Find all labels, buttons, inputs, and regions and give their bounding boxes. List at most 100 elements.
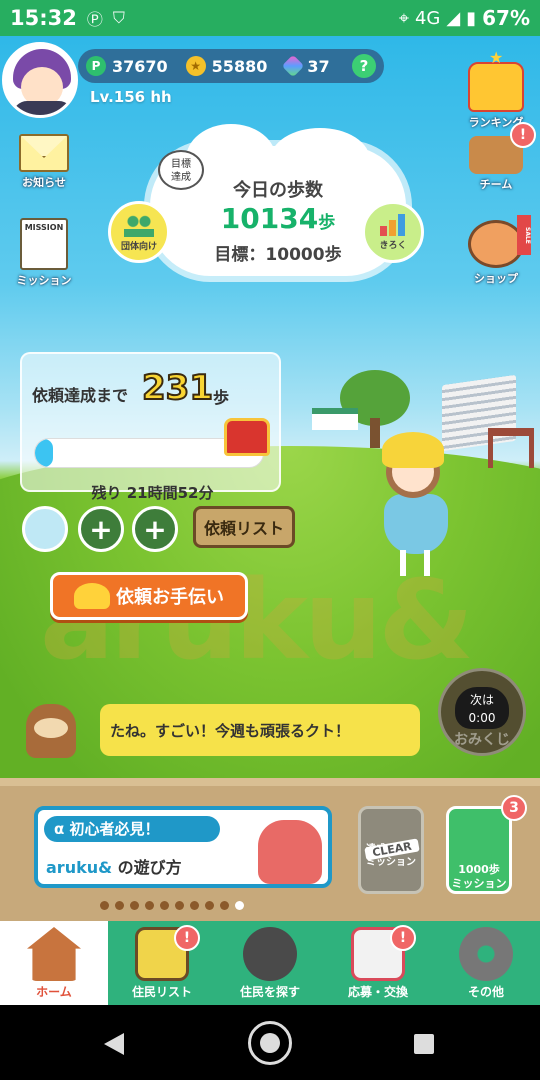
steps-mission-label: 1000歩 ミッション — [451, 863, 507, 890]
mascot-speech-bubble: たね。すごい！今週も頑張るクト！ — [100, 704, 420, 756]
steps-mission-badge: 3 — [501, 795, 527, 821]
coins-value: 55880 — [211, 56, 268, 76]
beginner-title: α 初心者必見！ — [44, 816, 220, 842]
location-icon: ⌖ — [398, 7, 409, 29]
record-button[interactable]: きろく — [362, 201, 424, 263]
page-dot[interactable] — [115, 901, 124, 910]
bar-chart-icon — [380, 213, 406, 236]
page-dot[interactable] — [190, 901, 199, 910]
nav-other[interactable]: その他 — [432, 921, 540, 1005]
network-label: 4G — [414, 7, 441, 29]
shop-label: ショップ — [474, 272, 518, 285]
help-button[interactable]: ? — [352, 54, 376, 78]
help-request-label: 依頼お手伝い — [116, 587, 224, 608]
nav-find-residents[interactable]: 住民を探す — [216, 921, 324, 1005]
nav-home-label: ホーム — [36, 985, 72, 999]
people-icon — [124, 212, 154, 237]
shop-icon: SALE — [468, 215, 531, 268]
page-dot[interactable] — [220, 901, 229, 910]
mission-icon: MISSION — [20, 218, 68, 270]
help-request-button[interactable]: 依頼お手伝い — [50, 572, 248, 620]
points-value: 37670 — [112, 56, 168, 76]
team-label: チーム — [479, 178, 513, 191]
page-dot[interactable] — [160, 901, 169, 910]
gem-icon — [282, 54, 305, 78]
coin-icon: ★ — [185, 56, 206, 76]
request-card[interactable]: 依頼達成まで 231 歩 残り 21時間52分 — [20, 352, 281, 502]
page-dot[interactable] — [175, 901, 184, 910]
home-circle-icon[interactable] — [248, 1021, 292, 1065]
nav-resident-list-label: 住民リスト — [131, 985, 192, 999]
status-time: 15:32 — [10, 6, 77, 30]
banner-page-dots — [100, 901, 244, 910]
android-nav-bar — [0, 1005, 540, 1080]
notice-button[interactable]: お知らせ — [4, 134, 84, 190]
owl-mascot — [258, 820, 322, 884]
battery-percent: 67% — [482, 6, 530, 30]
shrine-gate — [488, 428, 534, 468]
omikuji-next: 次は — [469, 693, 494, 707]
recent-apps-icon[interactable] — [414, 1034, 434, 1054]
house-building — [312, 408, 358, 430]
player-level: Lv.156 hh — [90, 88, 172, 106]
team-button[interactable]: チーム ! — [456, 122, 536, 192]
steps-mission-button[interactable]: 1000歩 ミッション 3 — [446, 795, 527, 894]
clear-mission-button[interactable]: CLEAR 達成クリア ミッション — [358, 806, 424, 894]
nav-apply-exchange[interactable]: 応募・交換 ! — [324, 921, 432, 1005]
page-dot[interactable] — [145, 901, 154, 910]
mission-label: ミッション — [16, 274, 72, 287]
shop-button[interactable]: SALE ショップ — [456, 215, 536, 286]
treasure-chest-icon — [224, 418, 270, 456]
omikuji-button[interactable]: 次は 0:00 おみくじ — [438, 668, 526, 756]
nav-resident-list[interactable]: 住民リスト ! — [108, 921, 216, 1005]
helper-slot-add[interactable]: + — [132, 506, 178, 552]
ranking-button[interactable]: ランキング — [456, 48, 536, 130]
mail-icon — [19, 134, 69, 172]
apply-exchange-badge: ! — [390, 925, 416, 951]
nav-apply-exchange-label: 応募・交換 — [347, 985, 408, 999]
back-icon[interactable] — [104, 1033, 124, 1055]
omikuji-time: 0:00 — [468, 711, 496, 725]
page-dot-active[interactable] — [235, 901, 244, 910]
bottom-nav: ホーム 住民リスト ! 住民を探す 応募・交換 ! その他 — [0, 921, 540, 1005]
beginner-guide-banner[interactable]: α 初心者必見！ aruku& の遊び方 — [34, 806, 332, 888]
mission-button[interactable]: MISSION ミッション — [4, 218, 84, 288]
points-icon: P — [86, 56, 106, 76]
helper-slot-add[interactable]: + — [78, 506, 124, 552]
helper-slot-filled[interactable] — [22, 506, 68, 552]
house-icon — [27, 927, 81, 981]
currency-bar: P 37670 ★ 55880 37 ? — [78, 49, 384, 83]
omikuji-label: おみくじ — [454, 732, 510, 748]
game-scene: aruku& P 37670 ★ 55880 37 ? Lv.156 hh お知… — [0, 36, 540, 921]
player-avatar[interactable] — [2, 42, 78, 118]
goal-achieved-bubble: 目標 達成 — [158, 150, 204, 190]
otter-mascot — [26, 704, 76, 758]
group-button[interactable]: 団体向け — [108, 201, 170, 263]
handshake-heart-icon — [74, 583, 110, 609]
request-progress-fill — [35, 439, 54, 467]
resident-character[interactable] — [378, 432, 462, 582]
battery-icon: ▮ — [466, 7, 477, 29]
request-time-left: 残り 21時間52分 — [91, 484, 214, 502]
request-list-button[interactable]: 依頼リスト — [193, 506, 295, 548]
binoculars-icon — [243, 927, 297, 981]
shield-icon: ⛉ — [112, 8, 125, 27]
request-label: 依頼達成まで — [32, 386, 129, 405]
team-alert-badge: ! — [510, 122, 536, 148]
page-dot[interactable] — [205, 901, 214, 910]
crown-icon — [468, 48, 524, 112]
nav-home[interactable]: ホーム — [0, 921, 108, 1005]
record-label: きろく — [379, 240, 407, 251]
beginner-subtitle: aruku& の遊び方 — [46, 858, 182, 877]
request-remaining-unit: 歩 — [213, 388, 230, 407]
group-label: 団体向け — [120, 241, 157, 252]
gems-value: 37 — [307, 56, 330, 76]
request-remaining-steps: 231 — [141, 367, 214, 409]
page-dot[interactable] — [100, 901, 109, 910]
page-dot[interactable] — [130, 901, 139, 910]
signal-icon: ◢ — [446, 7, 461, 29]
status-bar: 15:32 Ⓟ ⛉ ⌖ 4G ◢ ▮ 67% — [0, 0, 540, 36]
speech-text: たね。すごい！今週も頑張るクト！ — [110, 721, 351, 740]
p-notification-icon: Ⓟ — [86, 10, 103, 29]
nav-find-residents-label: 住民を探す — [239, 985, 300, 999]
